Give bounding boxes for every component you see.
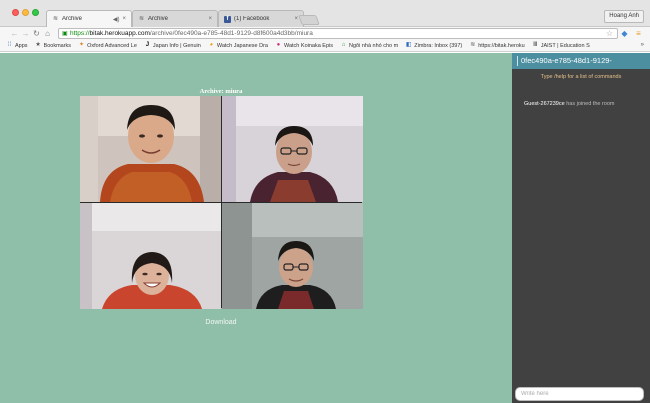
tab-close-icon[interactable]: × <box>294 16 298 22</box>
apps-icon: ⁞⁞ <box>7 42 12 48</box>
zoom-window-button[interactable] <box>32 9 39 16</box>
wave-favicon-icon: ≋ <box>52 15 59 22</box>
bookmark-oxford[interactable]: ✦ Oxford Advanced Le <box>76 42 139 49</box>
home-icon[interactable]: ⌂ <box>42 27 53 40</box>
bookmark-japan-info[interactable]: J Japan Info | Genuin <box>142 42 203 49</box>
chat-help-text: Type /help for a list of commands <box>540 74 622 80</box>
address-bar[interactable]: ▣ https:// bitak.herokuapp.com /archive/… <box>58 28 618 39</box>
tab-facebook[interactable]: f (1) Facebook × <box>218 10 304 27</box>
reload-icon[interactable]: ↻ <box>31 27 42 40</box>
bookmark-bitak[interactable]: ≋ https://bitak.heroku <box>467 42 526 49</box>
chat-message: Guest-267239ce has joined the room <box>524 101 648 107</box>
video-participant-4[interactable] <box>222 203 363 309</box>
facebook-favicon-icon: f <box>224 15 231 23</box>
download-link[interactable]: Download <box>80 319 362 326</box>
chat-room-title: 0fec490a-e785-48d1-9129- <box>512 53 650 69</box>
menu-icon[interactable]: ≡ <box>634 29 643 38</box>
video-frame <box>80 96 221 202</box>
bookmark-star-icon[interactable]: ☆ <box>606 29 613 38</box>
forward-arrow-icon[interactable]: → <box>20 27 31 40</box>
bookmarks-bar: ⁞⁞ Apps ★ Bookmarks ✦ Oxford Advanced Le… <box>0 40 650 52</box>
drama-icon: ◕ <box>209 42 214 48</box>
video-frame <box>222 203 363 309</box>
bookmark-apps[interactable]: ⁞⁞ Apps <box>4 42 30 49</box>
video-icon: ● <box>276 42 281 48</box>
chat-input[interactable] <box>515 387 644 401</box>
url-scheme: https:// <box>70 30 90 37</box>
chat-panel: 0fec490a-e785-48d1-9129- Type /help for … <box>512 53 650 403</box>
chat-message-text: has joined the room <box>564 101 615 107</box>
back-arrow-icon[interactable]: ← <box>9 27 20 40</box>
chat-message-user: Guest-267239ce <box>524 101 565 107</box>
video-participant-1[interactable] <box>80 96 221 202</box>
house-icon: ⌂ <box>341 42 346 48</box>
zimbra-icon: ◧ <box>405 42 412 48</box>
wave-icon: ≋ <box>470 42 476 48</box>
browser-toolbar: ← → ↻ ⌂ ▣ https:// bitak.herokuapp.com /… <box>0 27 650 40</box>
url-host: bitak.herokuapp.com <box>89 30 150 37</box>
wave-favicon-icon: ≋ <box>138 15 145 22</box>
tab-label: (1) Facebook <box>234 16 270 22</box>
extension-icon[interactable]: ◆ <box>620 29 629 38</box>
oxford-icon: ✦ <box>79 42 85 48</box>
bookmark-jaist[interactable]: Ⅲ JAIST | Education S <box>530 42 592 49</box>
video-frame <box>80 203 221 309</box>
video-frame <box>222 96 363 202</box>
video-participant-3[interactable] <box>80 203 221 309</box>
audio-playing-icon: ◀) <box>112 16 120 23</box>
bookmark-bookmarks[interactable]: ★ Bookmarks <box>33 42 74 49</box>
tab-archive[interactable]: ≋ Archive × <box>132 10 218 27</box>
bookmark-ngoi-nha[interactable]: ⌂ Ngôi nhà nhỏ cho m <box>338 42 400 49</box>
tab-close-icon[interactable]: × <box>208 16 212 22</box>
lock-icon: ▣ <box>62 30 68 37</box>
tab-archive-active[interactable]: ≋ Archive ◀) × <box>46 10 132 27</box>
bookmarks-overflow-button[interactable]: » <box>641 42 644 48</box>
tab-close-icon[interactable]: × <box>122 16 126 22</box>
archive-page: Archive: miura Download <box>0 53 512 403</box>
page-title: Archive: miura <box>199 88 243 95</box>
tab-label: Archive <box>148 16 169 22</box>
japan-info-icon: J <box>145 42 150 48</box>
url-path: /archive/0fec490a-e785-48d1-9129-d8f600a… <box>149 30 313 37</box>
bookmark-koinaka[interactable]: ● Watch Koinaka Epis <box>273 42 335 49</box>
tab-label: Archive <box>62 16 83 22</box>
window-titlebar: ≋ Archive ◀) × ≋ Archive × f (1) Faceboo… <box>0 0 650 27</box>
new-tab-button[interactable] <box>298 15 320 25</box>
star-icon: ★ <box>35 42 41 48</box>
bookmark-japanese-drama[interactable]: ◕ Watch Japanese Dra <box>206 42 270 49</box>
bookmark-zimbra[interactable]: ◧ Zimbra: Inbox (397) <box>403 42 464 49</box>
video-participant-2[interactable] <box>222 96 363 202</box>
minimize-window-button[interactable] <box>22 9 29 16</box>
jaist-icon: Ⅲ <box>533 42 538 48</box>
profile-button[interactable]: Hoang Anh <box>604 10 644 23</box>
video-grid <box>80 96 363 309</box>
close-window-button[interactable] <box>12 9 19 16</box>
